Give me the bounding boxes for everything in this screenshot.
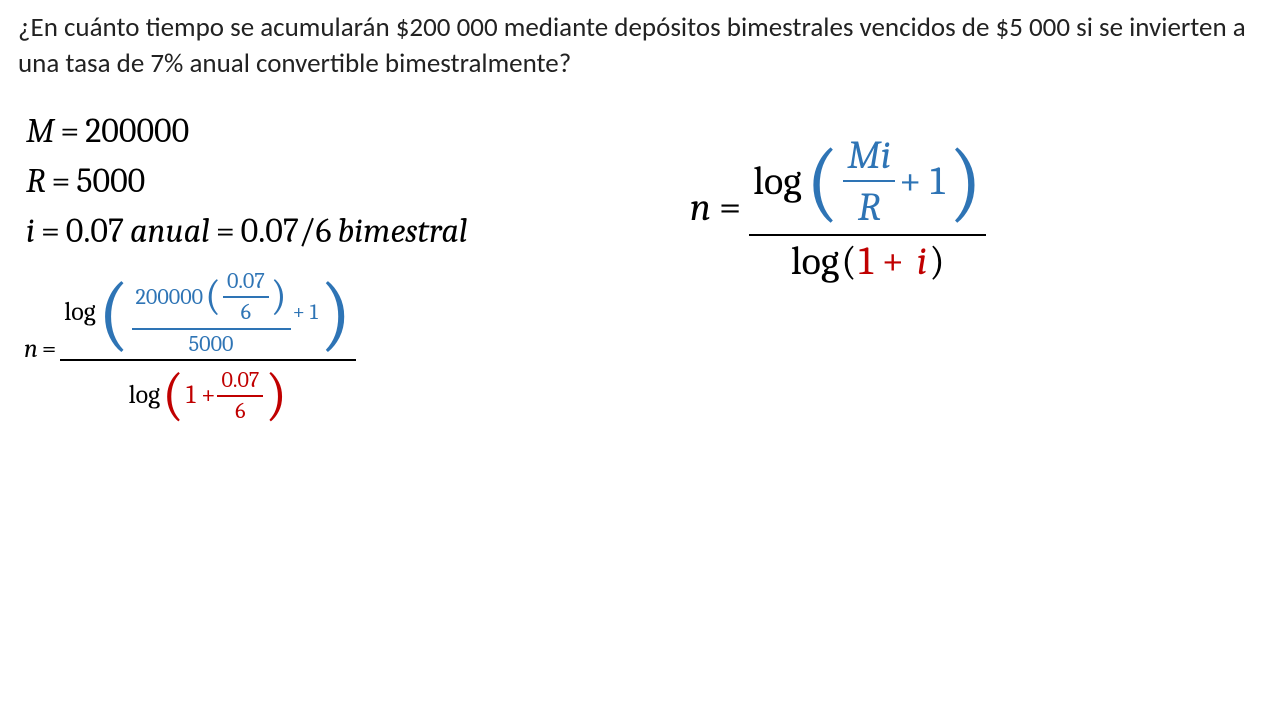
M-value: 200000 — [85, 111, 189, 151]
M-label: M — [26, 111, 54, 151]
i-label: i — [26, 211, 35, 251]
unit-bimestral: bimestral — [337, 211, 467, 251]
rate-den-bot: 6 — [231, 399, 249, 424]
one-plus-symbol: 1 + — [859, 238, 904, 284]
rate-den-top: 6 — [237, 300, 255, 325]
Mi-symbol: Mi — [843, 132, 895, 178]
R-subst: 5000 — [185, 332, 238, 357]
substituted-formula: n = log ( 200000 ( 0.07 — [24, 269, 690, 429]
i-bimestral-expr: 0.07/6 — [241, 211, 332, 251]
R-symbol: R — [854, 184, 885, 230]
rate-num-bot: 0.07 — [217, 368, 263, 393]
R-value: 5000 — [76, 161, 145, 201]
given-M: M = 200000 — [26, 111, 682, 151]
plus-one-symbol: + 1 — [899, 158, 944, 204]
given-i: i = 0.07 anual = 0.07/6 bimestral — [26, 211, 682, 251]
given-R: R = 5000 — [26, 161, 682, 201]
rate-num-top: 0.07 — [223, 269, 269, 294]
one-plus: 1 + — [186, 381, 216, 411]
n-var: n — [24, 334, 38, 364]
log-label-bottom: log — [129, 381, 160, 411]
n-symbol: n — [690, 184, 711, 230]
M-subst: 200000 — [136, 285, 204, 310]
plus-one-top: + 1 — [293, 300, 318, 325]
content-area: M = 200000 R = 5000 i = 0.07 anual = 0.0… — [18, 101, 1262, 429]
i-annual: 0.07 — [66, 211, 124, 251]
problem-statement: ¿En cuánto tiempo se acumularán $200 000… — [18, 10, 1262, 83]
log-label: log — [64, 298, 95, 328]
unit-annual: anual — [130, 211, 210, 251]
symbolic-formula: n = log ( Mi R + 1 ) — [690, 131, 986, 284]
i-symbol: i — [917, 238, 928, 284]
log-bottom: log — [791, 238, 839, 284]
log-top: log — [753, 158, 801, 204]
R-label: R — [26, 161, 46, 201]
